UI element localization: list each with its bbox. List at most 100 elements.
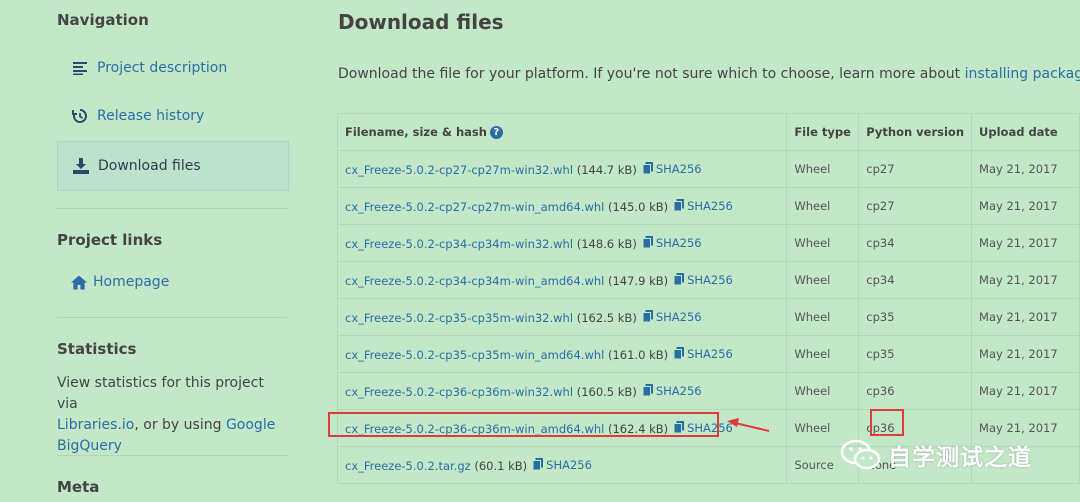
file-download-link[interactable]: cx_Freeze-5.0.2-cp35-cp35m-win32.whl — [345, 311, 573, 325]
cell-file-type: Wheel — [786, 298, 860, 336]
sha256-link[interactable]: SHA256 — [642, 235, 702, 251]
sha256-link[interactable]: SHA256 — [532, 457, 592, 473]
cell-file-type: Wheel — [786, 224, 860, 262]
copy-icon — [673, 346, 687, 362]
sha256-link[interactable]: SHA256 — [642, 309, 702, 325]
statistics-heading: Statistics — [57, 340, 137, 358]
table-row: cx_Freeze-5.0.2-cp27-cp27m-win32.whl (14… — [336, 150, 1080, 188]
sidebar-item-project-description[interactable]: Project description — [57, 44, 287, 92]
copy-icon — [532, 457, 546, 473]
meta-heading: Meta — [57, 478, 100, 496]
cell-filename: cx_Freeze-5.0.2-cp35-cp35m-win_amd64.whl… — [336, 335, 788, 373]
homepage-link[interactable]: Homepage — [57, 258, 287, 306]
cell-filename: cx_Freeze-5.0.2-cp35-cp35m-win32.whl (16… — [336, 298, 788, 336]
align-left-icon — [72, 60, 88, 76]
cell-upload-date: May 21, 2017 — [971, 224, 1080, 262]
sidebar-item-label: Project description — [97, 60, 228, 76]
file-download-link[interactable]: cx_Freeze-5.0.2-cp36-cp36m-win32.whl — [345, 385, 573, 399]
table-row: cx_Freeze-5.0.2-cp34-cp34m-win32.whl (14… — [336, 224, 1080, 262]
divider — [57, 455, 287, 456]
homepage-label: Homepage — [93, 274, 170, 290]
libraries-io-link[interactable]: Libraries.io — [57, 417, 134, 433]
copy-icon — [642, 309, 656, 325]
watermark: 自学测试之道 — [840, 435, 1060, 475]
file-size: (148.6 kB) — [576, 236, 637, 251]
project-links-heading: Project links — [57, 231, 163, 249]
sha256-label: SHA256 — [687, 347, 733, 361]
cell-file-type: Wheel — [786, 261, 860, 299]
cell-filename: cx_Freeze-5.0.2-cp34-cp34m-win_amd64.whl… — [336, 261, 788, 299]
cell-python-version: cp34 — [858, 224, 973, 262]
cell-file-type: Wheel — [786, 372, 860, 410]
sha256-link[interactable]: SHA256 — [673, 198, 733, 214]
sidebar-item-release-history[interactable]: Release history — [57, 92, 287, 140]
file-download-link[interactable]: cx_Freeze-5.0.2-cp35-cp35m-win_amd64.whl — [345, 348, 604, 362]
file-size: (162.5 kB) — [576, 310, 637, 325]
sha256-link[interactable]: SHA256 — [673, 272, 733, 288]
file-download-link[interactable]: cx_Freeze-5.0.2-cp34-cp34m-win_amd64.whl — [345, 274, 604, 288]
statistics-text: View statistics for this project via Lib… — [57, 373, 287, 457]
highlight-box-python-version — [870, 409, 904, 436]
sha256-label: SHA256 — [546, 458, 592, 472]
installing-packages-link[interactable]: installing packages — [965, 66, 1080, 82]
copy-icon — [673, 198, 687, 214]
watermark-text: 自学测试之道 — [888, 445, 1032, 471]
divider — [57, 317, 287, 318]
cell-python-version: cp36 — [858, 372, 973, 410]
copy-icon — [642, 383, 656, 399]
sha256-link[interactable]: SHA256 — [642, 161, 702, 177]
cell-upload-date: May 21, 2017 — [971, 261, 1080, 299]
cell-python-version: cp35 — [858, 298, 973, 336]
sha256-label: SHA256 — [655, 384, 702, 398]
cell-upload-date: May 21, 2017 — [971, 187, 1080, 225]
cell-upload-date: May 21, 2017 — [971, 335, 1080, 373]
cell-upload-date: May 21, 2017 — [971, 372, 1080, 410]
stats-text-part: , or by using — [134, 417, 222, 433]
wechat-icon — [840, 439, 881, 470]
sha256-label: SHA256 — [687, 273, 733, 287]
cell-filename: cx_Freeze-5.0.2-cp34-cp34m-win32.whl (14… — [336, 224, 788, 262]
sha256-label: SHA256 — [655, 310, 702, 324]
cell-filename: cx_Freeze-5.0.2.tar.gz (60.1 kB) SHA256 — [336, 446, 788, 484]
download-icon — [73, 158, 89, 174]
file-size: (60.1 kB) — [474, 458, 528, 473]
header-label: Filename, size & hash — [345, 125, 487, 139]
help-icon[interactable]: ? — [489, 126, 503, 139]
file-download-link[interactable]: cx_Freeze-5.0.2.tar.gz — [345, 459, 471, 473]
cell-file-type: Wheel — [786, 150, 860, 188]
table-row: cx_Freeze-5.0.2-cp27-cp27m-win_amd64.whl… — [336, 187, 1080, 225]
file-size: (161.0 kB) — [608, 347, 669, 362]
cell-filename: cx_Freeze-5.0.2-cp36-cp36m-win32.whl (16… — [336, 372, 788, 410]
cell-filename: cx_Freeze-5.0.2-cp27-cp27m-win32.whl (14… — [336, 150, 788, 188]
file-size: (147.9 kB) — [608, 273, 669, 288]
cell-python-version: cp35 — [858, 335, 973, 373]
table-row: cx_Freeze-5.0.2-cp35-cp35m-win32.whl (16… — [336, 298, 1080, 336]
intro-text: Download the file for your platform. If … — [338, 66, 1080, 82]
cell-upload-date: May 21, 2017 — [971, 298, 1080, 336]
cell-upload-date: May 21, 2017 — [971, 150, 1080, 188]
sidebar-item-download-files[interactable]: Download files — [57, 141, 289, 191]
cell-python-version: cp34 — [858, 261, 973, 299]
file-size: (160.5 kB) — [576, 384, 637, 399]
sha256-link[interactable]: SHA256 — [673, 346, 733, 362]
sha256-label: SHA256 — [687, 199, 733, 213]
table-row: cx_Freeze-5.0.2-cp35-cp35m-win_amd64.whl… — [336, 335, 1080, 373]
highlight-box-filename — [328, 412, 719, 437]
file-size: (144.7 kB) — [576, 162, 637, 177]
file-size: (145.0 kB) — [608, 199, 669, 214]
file-download-link[interactable]: cx_Freeze-5.0.2-cp34-cp34m-win32.whl — [345, 237, 573, 251]
history-icon — [72, 108, 88, 124]
header-file-type: File type — [786, 113, 860, 151]
sha256-link[interactable]: SHA256 — [642, 383, 702, 399]
header-filename: Filename, size & hash? — [336, 113, 788, 151]
intro-text-body: Download the file for your platform. If … — [338, 66, 961, 82]
table-row: cx_Freeze-5.0.2-cp34-cp34m-win_amd64.whl… — [336, 261, 1080, 299]
google-bigquery-link-part2[interactable]: BigQuery — [57, 438, 122, 454]
cell-file-type: Wheel — [786, 187, 860, 225]
file-download-link[interactable]: cx_Freeze-5.0.2-cp27-cp27m-win32.whl — [345, 163, 573, 177]
cell-python-version: cp27 — [858, 150, 973, 188]
google-bigquery-link-part1[interactable]: Google — [226, 417, 275, 433]
stats-text-part: View statistics for this project via — [57, 375, 264, 412]
sidebar-item-label: Download files — [98, 158, 201, 174]
file-download-link[interactable]: cx_Freeze-5.0.2-cp27-cp27m-win_amd64.whl — [345, 200, 604, 214]
